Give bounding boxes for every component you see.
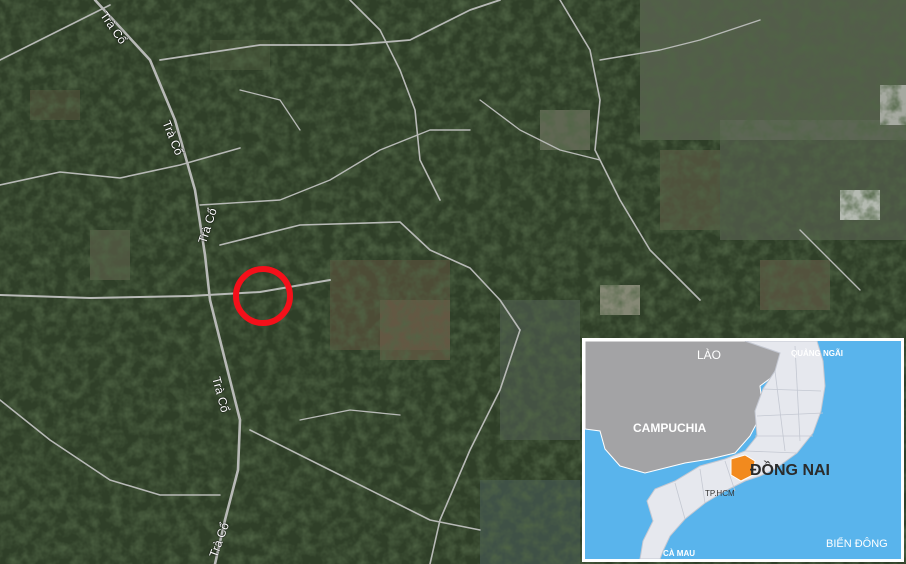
label-laos: LÀO [697,348,722,362]
location-marker [233,266,293,326]
inset-map: LÀO QUẢNG NGÃI CAMPUCHIA ĐỒNG NAI TP.HCM… [582,338,904,562]
label-east-sea: BIỂN ĐÔNG [826,538,888,550]
label-quang-ngai: QUẢNG NGÃI [791,349,843,358]
inset-map-canvas: LÀO QUẢNG NGÃI CAMPUCHIA ĐỒNG NAI TP.HCM… [585,341,901,559]
inset-map-shapes [585,341,826,559]
label-ca-mau: CÀ MAU [663,549,695,558]
label-cambodia: CAMPUCHIA [633,421,707,435]
label-hcmc: TP.HCM [705,489,735,498]
label-dong-nai: ĐỒNG NAI [750,462,830,479]
